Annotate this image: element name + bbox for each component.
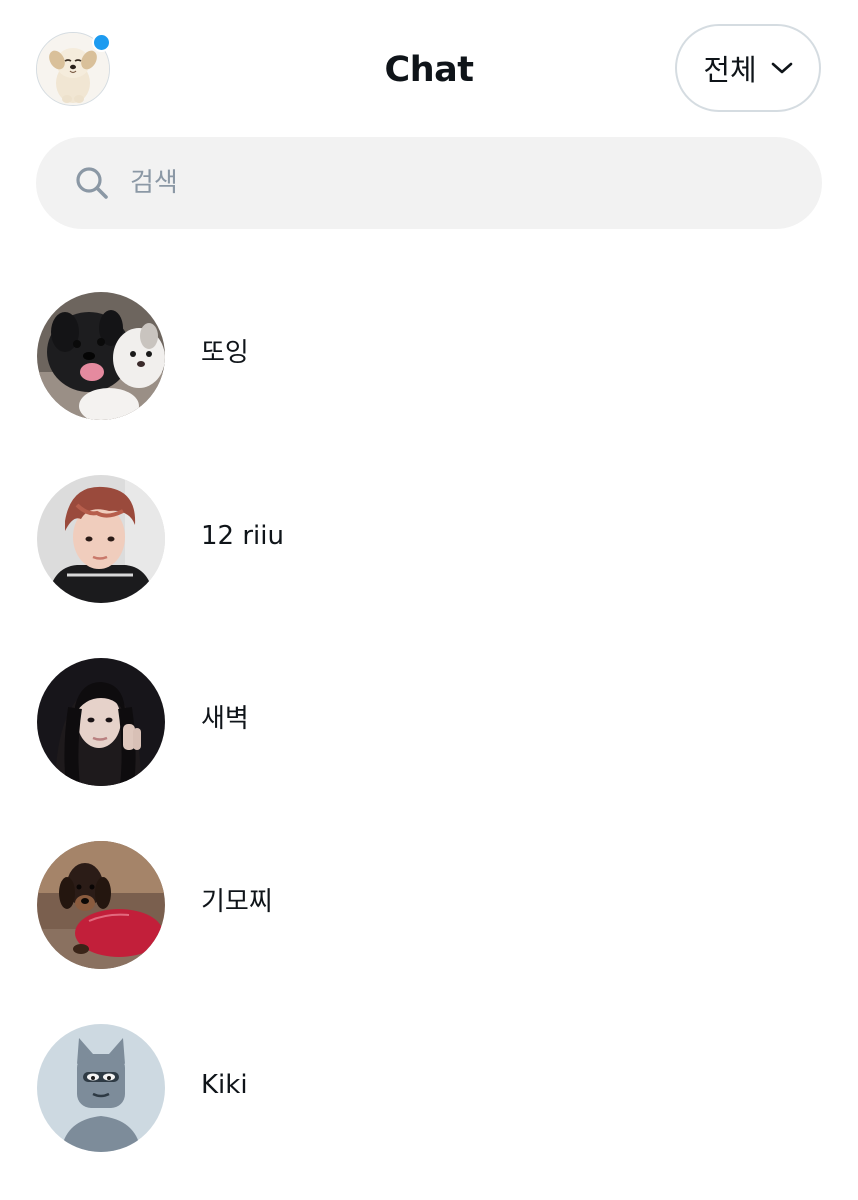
chat-list-item[interactable]: Kiki: [0, 996, 858, 1179]
dachshund-sweater-photo-icon: [37, 841, 165, 969]
chat-list-item[interactable]: 기모찌: [0, 813, 858, 996]
chat-avatar[interactable]: [37, 841, 165, 969]
chat-list: 또잉 12 riiu 새벽 기모찌 Kiki: [0, 264, 858, 1179]
chat-list-item[interactable]: 12 riiu: [0, 447, 858, 630]
chat-header: Chat 전체: [0, 0, 858, 130]
search-input[interactable]: [128, 167, 732, 199]
chat-name: 기모찌: [201, 887, 273, 917]
person-photo-icon: [37, 475, 165, 603]
chat-name: Kiki: [201, 1070, 248, 1100]
filter-dropdown-button[interactable]: 전체: [675, 24, 821, 112]
chevron-down-icon: [771, 62, 792, 74]
search-icon: [76, 167, 108, 199]
chat-name: 새벽: [201, 704, 249, 734]
cat-illustration-avatar-icon: [37, 1024, 165, 1152]
chat-list-item[interactable]: 새벽: [0, 630, 858, 813]
chat-name: 12 riiu: [201, 521, 284, 551]
chat-avatar[interactable]: [37, 1024, 165, 1152]
chat-name: 또잉: [201, 338, 249, 368]
chat-avatar[interactable]: [37, 292, 165, 420]
search-bar[interactable]: [36, 137, 822, 229]
chat-avatar[interactable]: [37, 475, 165, 603]
filter-label: 전체: [703, 53, 757, 87]
two-puppies-photo-icon: [37, 292, 165, 420]
chat-avatar[interactable]: [37, 658, 165, 786]
chat-list-item[interactable]: 또잉: [0, 264, 858, 447]
person-selfie-photo-icon: [37, 658, 165, 786]
